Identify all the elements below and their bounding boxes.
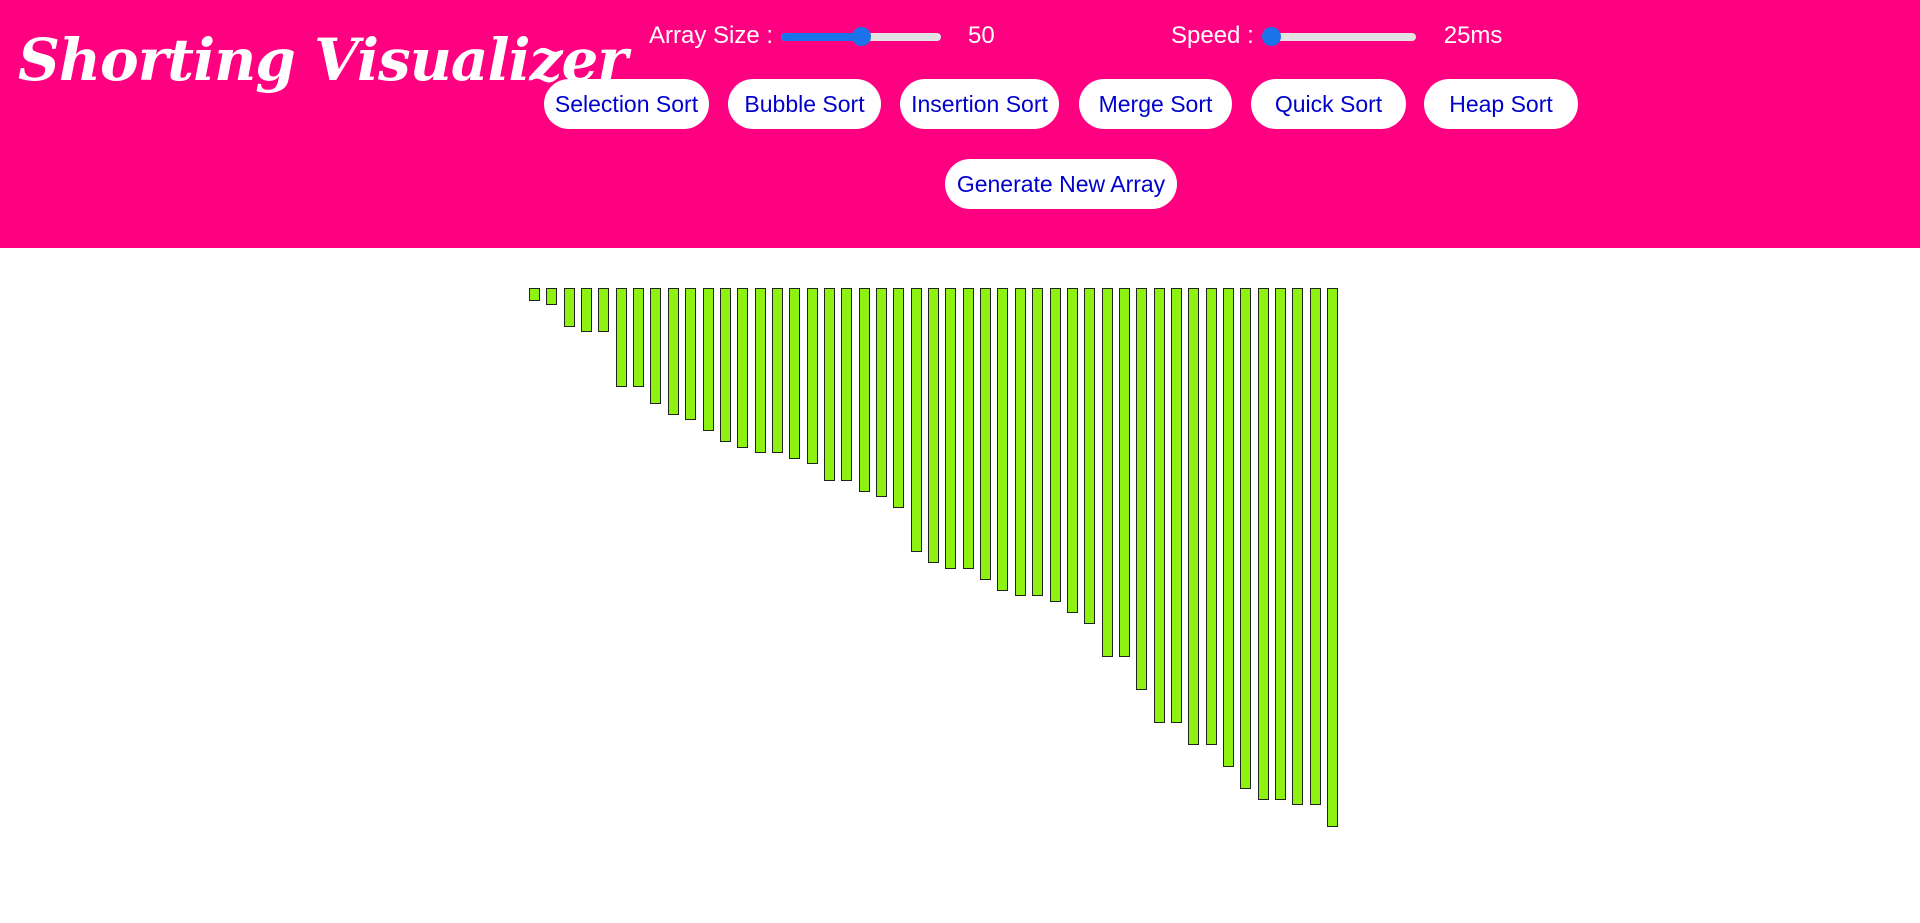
header-bar: Shorting Visualizer Array Size : 50 Spee… bbox=[0, 0, 1920, 248]
array-bar bbox=[997, 288, 1008, 591]
array-bar bbox=[1067, 288, 1078, 613]
array-bar bbox=[893, 288, 904, 508]
array-bar bbox=[1171, 288, 1182, 723]
quick-sort-button[interactable]: Quick Sort bbox=[1251, 79, 1406, 129]
speed-slider[interactable] bbox=[1261, 27, 1416, 46]
array-bar bbox=[945, 288, 956, 569]
speed-control: Speed : 25ms bbox=[1171, 18, 1502, 54]
merge-sort-button[interactable]: Merge Sort bbox=[1079, 79, 1232, 129]
array-bar bbox=[668, 288, 679, 415]
array-bar bbox=[1102, 288, 1113, 657]
array-size-label: Array Size : bbox=[649, 22, 774, 49]
array-bar bbox=[1154, 288, 1165, 723]
array-size-value: 50 bbox=[968, 22, 995, 49]
array-bar bbox=[911, 288, 922, 552]
array-bar bbox=[1050, 288, 1061, 602]
array-bar bbox=[650, 288, 661, 404]
array-bar bbox=[963, 288, 974, 569]
array-bar bbox=[1206, 288, 1217, 745]
speed-slider-track bbox=[1261, 33, 1416, 41]
array-size-slider-fill bbox=[781, 33, 862, 41]
array-bar bbox=[1258, 288, 1269, 800]
array-size-slider-thumb[interactable] bbox=[852, 27, 872, 46]
speed-slider-thumb[interactable] bbox=[1261, 27, 1281, 46]
insertion-sort-button[interactable]: Insertion Sort bbox=[900, 79, 1059, 129]
array-bar bbox=[824, 288, 835, 481]
array-bar bbox=[685, 288, 696, 420]
array-bar bbox=[1223, 288, 1234, 767]
array-bar bbox=[1327, 288, 1338, 827]
array-bar bbox=[720, 288, 731, 442]
array-bar bbox=[1292, 288, 1303, 805]
generate-new-array-button[interactable]: Generate New Array bbox=[945, 159, 1177, 209]
array-bar bbox=[529, 288, 540, 301]
array-bar bbox=[633, 288, 644, 387]
array-bar bbox=[1188, 288, 1199, 745]
array-bar bbox=[1032, 288, 1043, 596]
array-bar bbox=[807, 288, 818, 464]
speed-value: 25ms bbox=[1443, 22, 1503, 49]
array-bar bbox=[1136, 288, 1147, 690]
selection-sort-button[interactable]: Selection Sort bbox=[544, 79, 709, 129]
array-bar bbox=[1084, 288, 1095, 624]
array-bar bbox=[755, 288, 766, 453]
array-bar bbox=[581, 288, 592, 332]
array-bar bbox=[1015, 288, 1026, 596]
array-bars-container bbox=[0, 288, 1920, 848]
array-bar bbox=[772, 288, 783, 453]
array-bar bbox=[703, 288, 714, 431]
array-size-slider[interactable] bbox=[781, 27, 942, 46]
app-title: Shorting Visualizer bbox=[18, 26, 628, 94]
array-bar bbox=[737, 288, 748, 448]
array-bar bbox=[598, 288, 609, 332]
array-bar bbox=[564, 288, 575, 327]
array-bar bbox=[928, 288, 939, 563]
array-bar bbox=[616, 288, 627, 387]
bubble-sort-button[interactable]: Bubble Sort bbox=[728, 79, 881, 129]
array-bar bbox=[841, 288, 852, 481]
array-bar bbox=[1240, 288, 1251, 789]
array-bar bbox=[1119, 288, 1130, 657]
speed-label: Speed : bbox=[1171, 22, 1254, 49]
array-bar bbox=[980, 288, 991, 580]
array-bar bbox=[789, 288, 800, 459]
array-bar bbox=[859, 288, 870, 492]
array-bar bbox=[876, 288, 887, 497]
heap-sort-button[interactable]: Heap Sort bbox=[1424, 79, 1578, 129]
array-bar bbox=[1310, 288, 1321, 805]
array-bar bbox=[546, 288, 557, 305]
array-bar bbox=[1275, 288, 1286, 800]
array-size-control: Array Size : 50 bbox=[649, 18, 995, 54]
